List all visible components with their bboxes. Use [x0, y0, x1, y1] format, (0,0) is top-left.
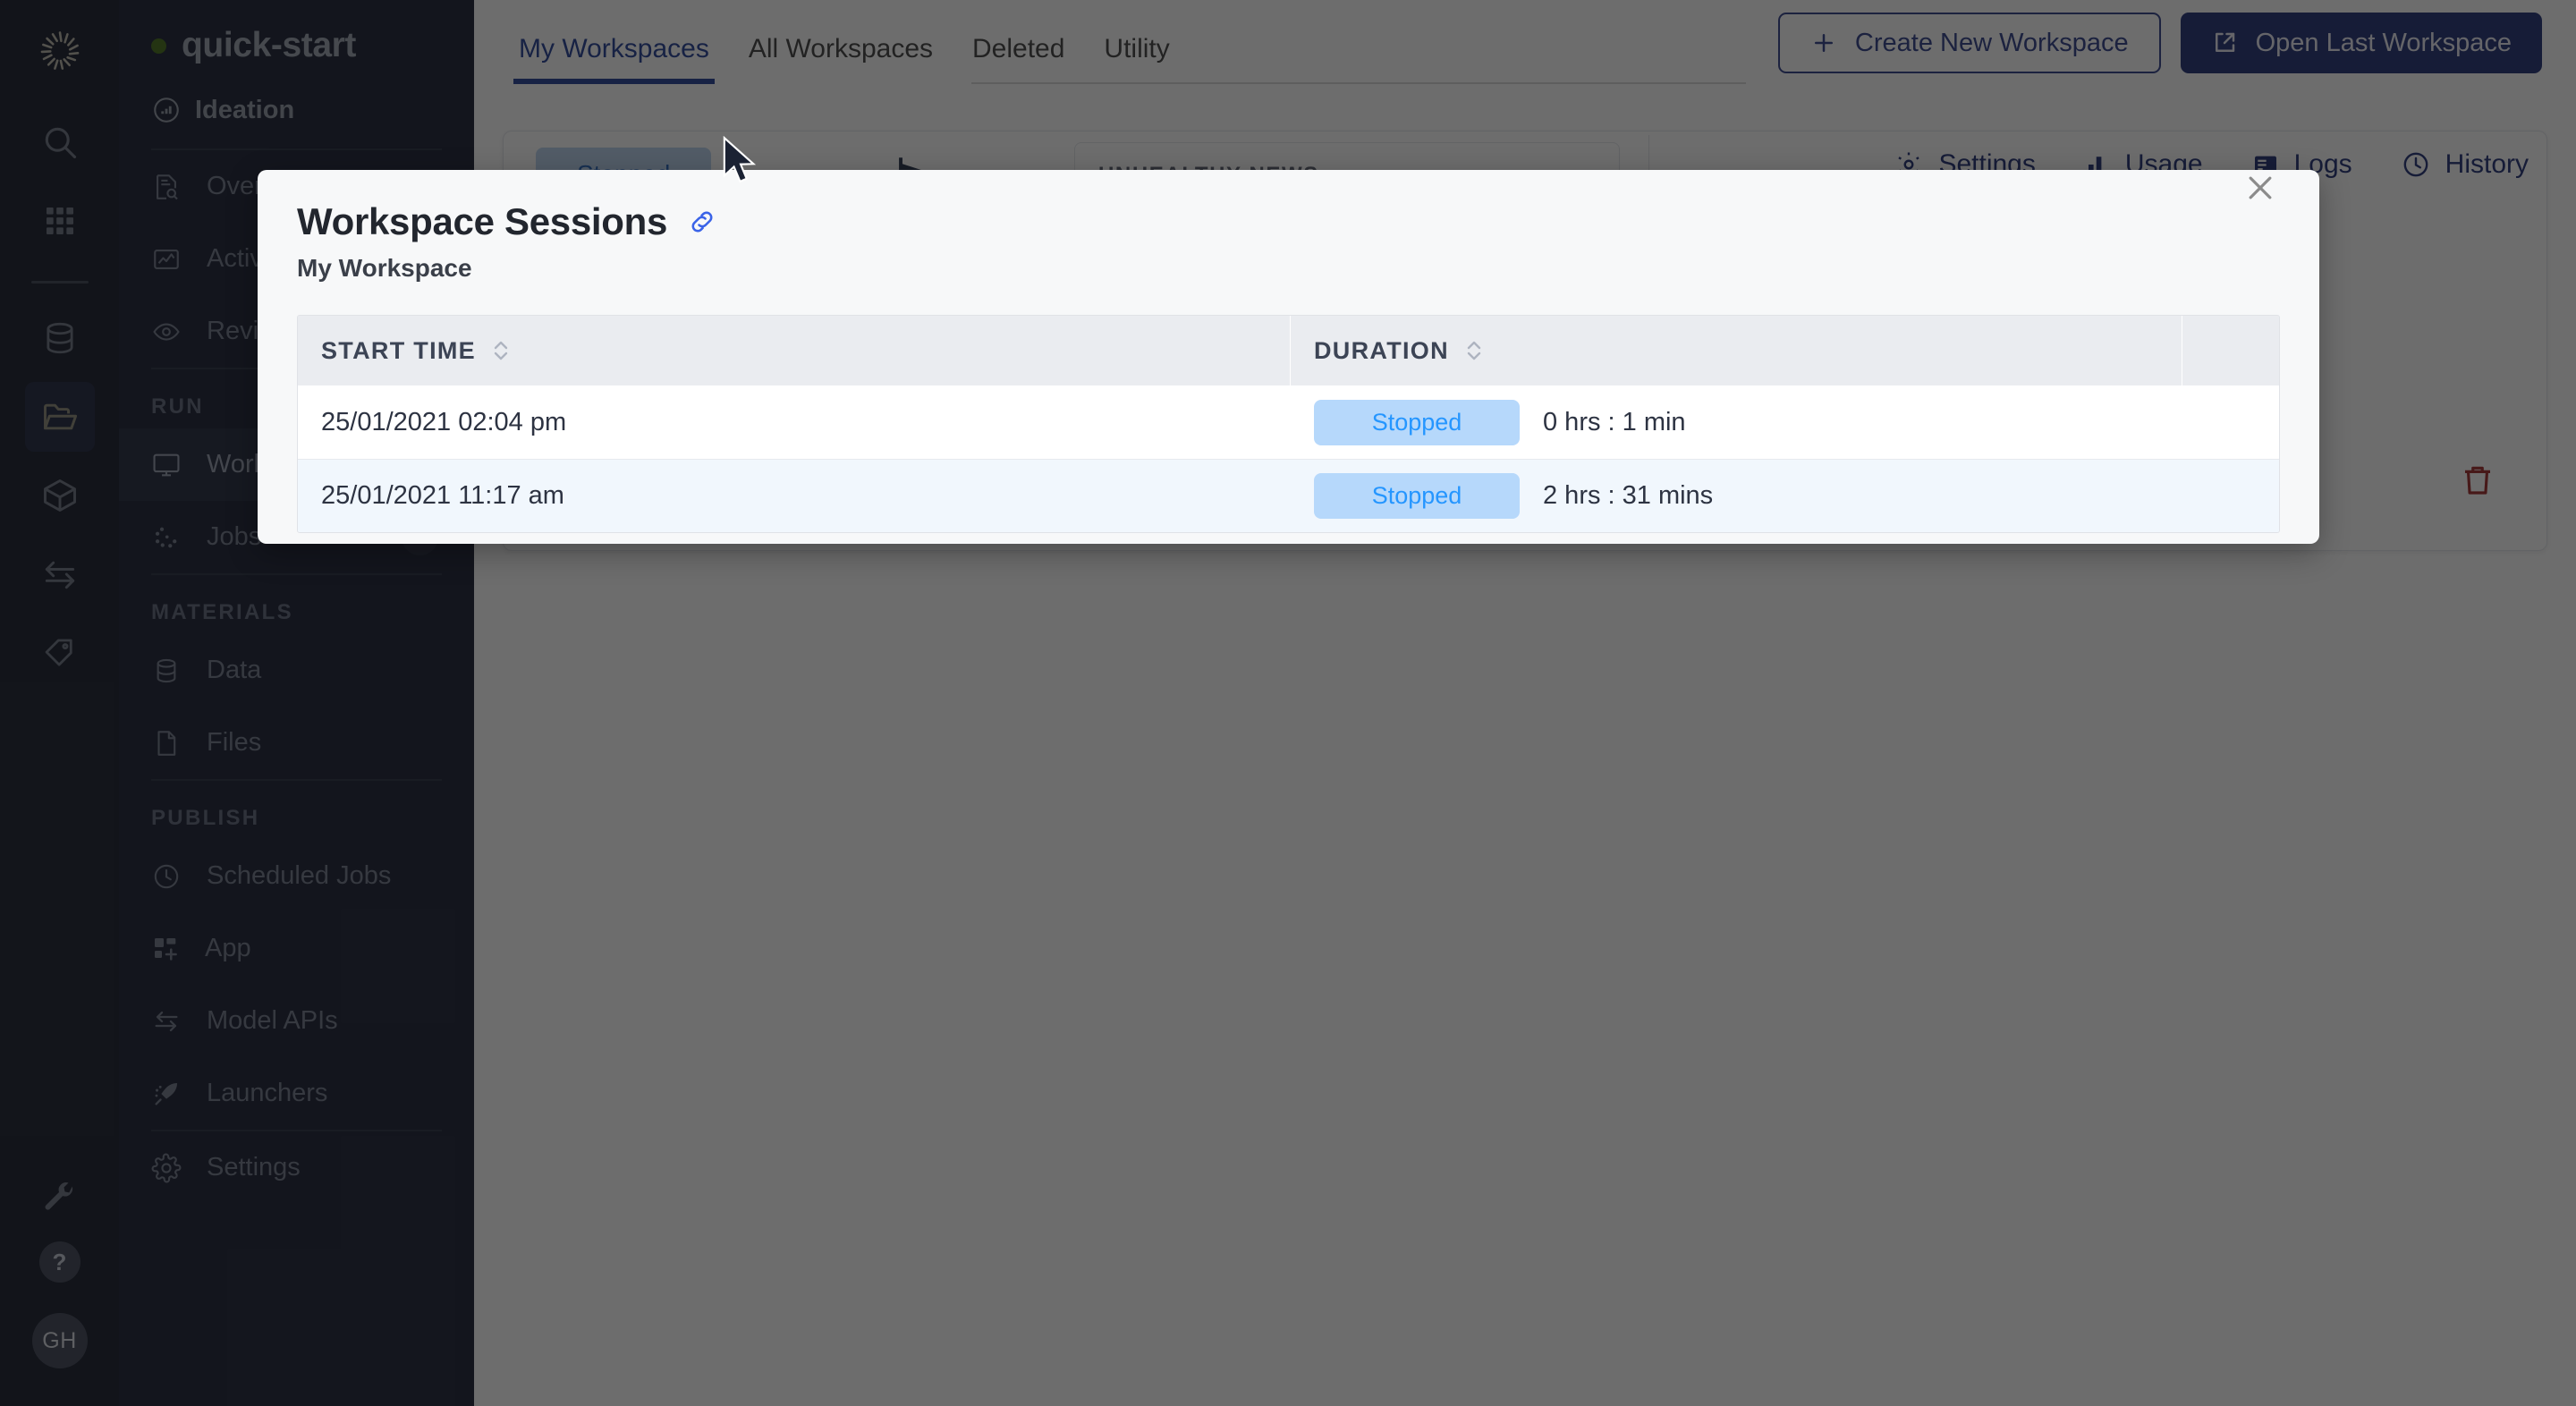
- cell-start-time: 25/01/2021 02:04 pm: [321, 407, 567, 436]
- cell-start-time: 25/01/2021 11:17 am: [321, 481, 564, 510]
- sessions-table: START TIME DURATION 25/01/2021 02:04 pm …: [297, 315, 2280, 533]
- close-icon[interactable]: [2228, 170, 2292, 220]
- modal-subtitle: My Workspace: [297, 254, 472, 282]
- sort-icon[interactable]: [490, 337, 512, 364]
- duration-value: 0 hrs : 1 min: [1543, 407, 1686, 436]
- column-header-start-time[interactable]: START TIME: [298, 316, 1291, 385]
- table-row[interactable]: 25/01/2021 11:17 am Stopped 2 hrs : 31 m…: [298, 459, 2279, 532]
- mouse-cursor: [721, 135, 762, 192]
- cell-duration: Stopped 0 hrs : 1 min: [1291, 385, 2182, 459]
- duration-value: 2 hrs : 31 mins: [1543, 481, 1714, 510]
- table-row[interactable]: 25/01/2021 02:04 pm Stopped 0 hrs : 1 mi…: [298, 385, 2279, 459]
- modal-header: Workspace Sessions My Workspace: [258, 170, 2319, 283]
- column-header-duration[interactable]: DURATION: [1291, 316, 2182, 385]
- cell-actions: [2182, 385, 2279, 459]
- workspace-sessions-modal: Workspace Sessions My Workspace START TI…: [258, 170, 2319, 544]
- cell-actions: [2182, 460, 2279, 532]
- column-label-start-time: START TIME: [321, 336, 476, 364]
- page-title: Workspace Sessions: [297, 200, 668, 242]
- status-badge: Stopped: [1314, 473, 1520, 519]
- table-header-row: START TIME DURATION: [298, 316, 2279, 385]
- sort-icon[interactable]: [1463, 337, 1485, 364]
- column-header-actions: [2182, 316, 2279, 385]
- cell-duration: Stopped 2 hrs : 31 mins: [1291, 460, 2182, 532]
- status-badge: Stopped: [1314, 399, 1520, 445]
- column-label-duration: DURATION: [1314, 336, 1449, 364]
- link-icon[interactable]: [687, 207, 717, 237]
- modal-title-row: Workspace Sessions: [297, 200, 2280, 243]
